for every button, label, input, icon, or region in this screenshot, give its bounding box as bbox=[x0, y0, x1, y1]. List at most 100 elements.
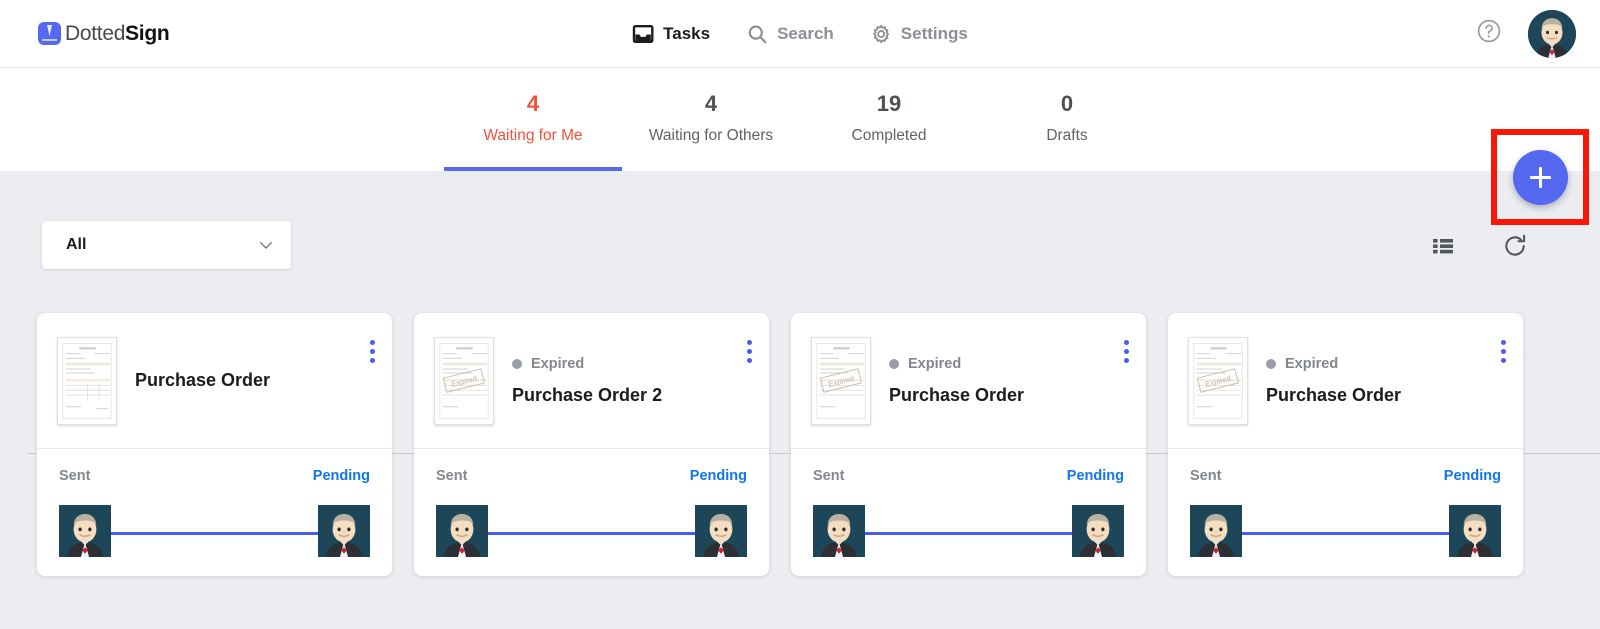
avatar bbox=[59, 493, 111, 569]
avatar bbox=[1190, 493, 1242, 569]
kebab-dot bbox=[747, 340, 752, 345]
flow-labels: Sent Pending bbox=[1190, 449, 1501, 484]
filter-dropdown[interactable]: All bbox=[42, 221, 291, 269]
flow-person-right: Me bbox=[1449, 493, 1501, 569]
avatar bbox=[436, 493, 488, 569]
tab-label-completed: Completed bbox=[851, 126, 927, 144]
tab-count-completed: 19 bbox=[876, 91, 902, 116]
brand-bold-text: Sign bbox=[125, 21, 170, 45]
tab-waiting-for-others[interactable]: 4 Waiting for Others bbox=[622, 68, 800, 171]
avatar bbox=[1072, 493, 1124, 569]
flow-label-left: Sent bbox=[813, 468, 845, 484]
refresh-icon[interactable] bbox=[1502, 233, 1528, 264]
tasks-icon bbox=[632, 23, 654, 45]
task-card-text: Expired Purchase Order bbox=[1266, 356, 1431, 406]
kebab-dot bbox=[1501, 358, 1506, 363]
kebab-dot bbox=[1501, 340, 1506, 345]
flow-person-left: Me bbox=[813, 493, 865, 569]
tab-count-waiting-for-others: 4 bbox=[704, 91, 718, 116]
brand-wordmark: DottedSign bbox=[65, 21, 170, 46]
task-card[interactable]: Expired Expired Purchase Order Sent Pend… bbox=[1168, 313, 1523, 576]
task-card-flow: Sent Pending bbox=[1168, 448, 1523, 576]
flow-person-right: Me bbox=[695, 493, 747, 569]
flow-label-right: Pending bbox=[689, 468, 747, 484]
tab-drafts[interactable]: 0 Drafts bbox=[978, 68, 1156, 171]
document-thumbnail: Expired bbox=[1188, 336, 1248, 425]
main-nav: Tasks Search Settings bbox=[632, 23, 968, 45]
filter-dropdown-value: All bbox=[66, 236, 87, 253]
status-badge: Expired bbox=[1266, 356, 1401, 372]
avatar bbox=[318, 493, 370, 569]
task-card-text: Expired Purchase Order bbox=[889, 356, 1054, 406]
tab-count-waiting-for-me: 4 bbox=[526, 91, 540, 116]
flow-person-left: Chris Heron bbox=[59, 493, 111, 569]
kebab-dot bbox=[747, 349, 752, 354]
flow-labels: Sent Pending bbox=[59, 449, 370, 484]
task-card-menu-button[interactable] bbox=[370, 340, 375, 363]
header-actions bbox=[1476, 9, 1576, 58]
avatar[interactable] bbox=[1528, 9, 1576, 58]
list-view-icon[interactable] bbox=[1431, 234, 1455, 263]
brand-light-text: Dotted bbox=[65, 21, 126, 45]
task-card[interactable]: Expired Expired Purchase Order 2 Sent Pe… bbox=[414, 313, 769, 576]
nav-item-settings[interactable]: Settings bbox=[870, 23, 968, 45]
flow-label-left: Sent bbox=[59, 468, 91, 484]
status-dot-icon bbox=[512, 358, 522, 369]
task-card-menu-button[interactable] bbox=[1501, 340, 1506, 363]
filter-toolbar: All bbox=[0, 171, 1600, 454]
tab-waiting-for-me[interactable]: 4 Waiting for Me bbox=[444, 68, 622, 171]
kebab-dot bbox=[370, 340, 375, 345]
document-thumbnail: Expired bbox=[811, 336, 871, 425]
avatar bbox=[1449, 493, 1501, 569]
task-card-flow: Sent Pending bbox=[37, 448, 392, 576]
status-label: Expired bbox=[1285, 355, 1339, 372]
status-badge: Expired bbox=[889, 356, 1024, 372]
task-card-flow: Sent Pending bbox=[414, 448, 769, 576]
task-card[interactable]: Purchase Order Sent Pending bbox=[37, 313, 392, 576]
nav-item-tasks[interactable]: Tasks bbox=[632, 23, 710, 45]
dottedsign-logo-icon bbox=[38, 22, 61, 45]
task-title: Purchase Order bbox=[1266, 384, 1402, 405]
nav-label-search: Search bbox=[777, 23, 834, 43]
task-card-header: Purchase Order bbox=[37, 313, 392, 448]
task-title: Purchase Order bbox=[889, 384, 1025, 405]
avatar bbox=[695, 493, 747, 569]
status-label: Expired bbox=[908, 355, 962, 372]
task-card-menu-button[interactable] bbox=[747, 340, 752, 363]
kebab-dot bbox=[1124, 358, 1129, 363]
task-card-text: Purchase Order bbox=[135, 370, 300, 391]
flow-label-right: Pending bbox=[1066, 468, 1124, 484]
add-task-button[interactable] bbox=[1513, 150, 1568, 205]
brand-logo[interactable]: DottedSign bbox=[38, 21, 170, 46]
tab-label-drafts: Drafts bbox=[1046, 126, 1088, 144]
nav-label-settings: Settings bbox=[900, 23, 968, 43]
task-card-grid: Purchase Order Sent Pending Expired Expi… bbox=[37, 313, 1523, 576]
tab-completed[interactable]: 19 Completed bbox=[800, 68, 978, 171]
kebab-dot bbox=[370, 349, 375, 354]
document-thumbnail: Expired bbox=[434, 336, 494, 425]
flow-people: Chris Heron bbox=[436, 493, 747, 569]
nav-label-tasks: Tasks bbox=[663, 23, 711, 43]
flow-labels: Sent Pending bbox=[813, 449, 1124, 484]
flow-person-left: Chris Heron bbox=[436, 493, 488, 569]
task-card-menu-button[interactable] bbox=[1124, 340, 1129, 363]
flow-label-left: Sent bbox=[436, 468, 468, 484]
flow-people: Me bbox=[813, 493, 1124, 569]
task-card[interactable]: Expired Expired Purchase Order Sent Pend… bbox=[791, 313, 1146, 576]
app-header: DottedSign Tasks Search Settings bbox=[0, 0, 1600, 68]
status-badge: Expired bbox=[512, 356, 662, 372]
flow-people: Me bbox=[1190, 493, 1501, 569]
flow-people: Chris Heron bbox=[59, 493, 370, 569]
flow-person-right: Me bbox=[318, 493, 370, 569]
status-dot-icon bbox=[889, 358, 899, 369]
task-card-header: Expired Expired Purchase Order bbox=[1168, 313, 1523, 448]
flow-person-left: Me bbox=[1190, 493, 1242, 569]
status-dot-icon bbox=[1266, 358, 1276, 369]
kebab-dot bbox=[370, 358, 375, 363]
task-card-header: Expired Expired Purchase Order 2 bbox=[414, 313, 769, 448]
view-tools bbox=[1431, 233, 1528, 264]
chevron-down-icon bbox=[257, 236, 275, 254]
kebab-dot bbox=[1501, 349, 1506, 354]
help-circle-icon[interactable] bbox=[1476, 18, 1502, 49]
nav-item-search[interactable]: Search bbox=[746, 23, 834, 45]
